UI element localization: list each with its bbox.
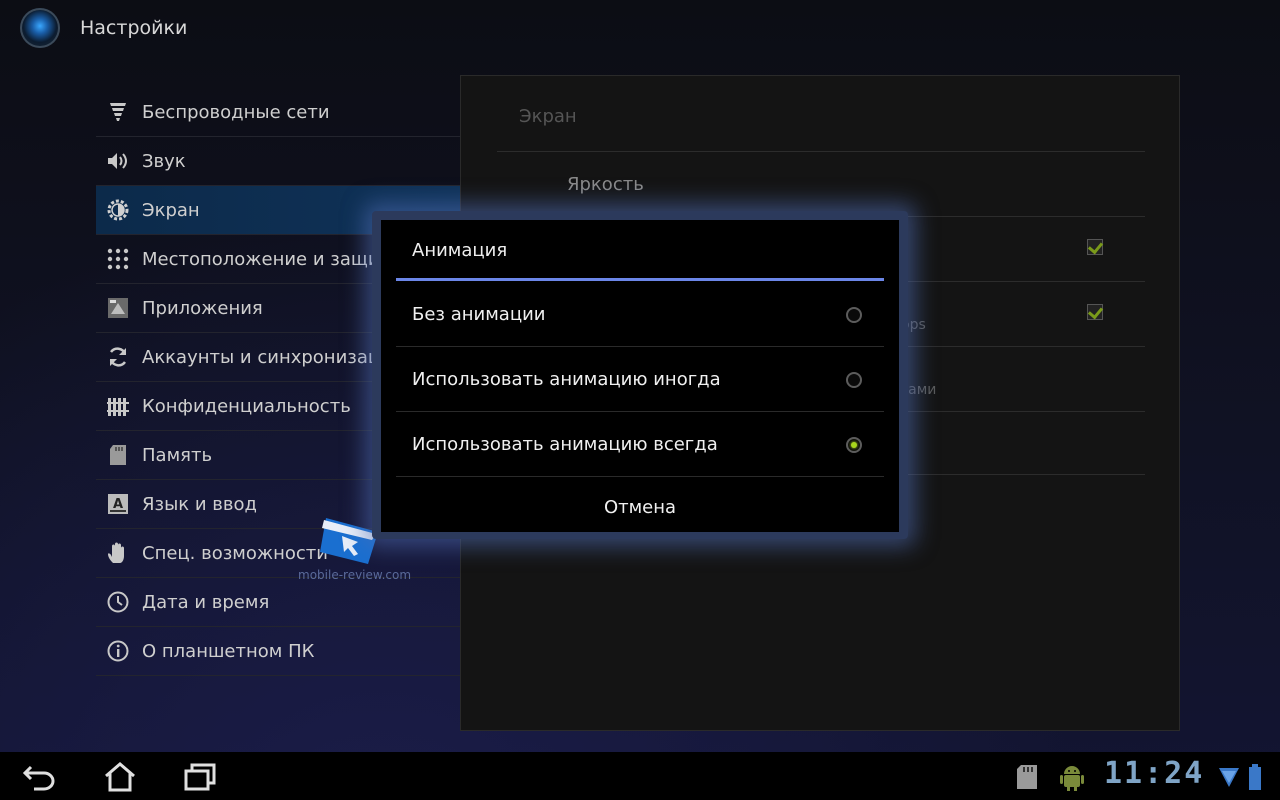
menu-item-label: Беспроводные сети xyxy=(142,101,330,123)
menu-item-label: Звук xyxy=(142,150,186,172)
speaker-icon xyxy=(106,149,130,173)
apps-icon xyxy=(106,296,130,320)
wifi-icon xyxy=(1216,760,1242,794)
animation-dialog: Анимация Без анимации Использовать анима… xyxy=(381,220,899,532)
sdcard-status-icon xyxy=(1005,760,1049,794)
option-label: Использовать анимацию иногда xyxy=(412,369,721,390)
recent-apps-icon[interactable] xyxy=(178,760,222,794)
system-bar: 11:24 xyxy=(0,752,1280,800)
menu-item-sound[interactable]: Звук xyxy=(96,137,460,186)
watermark-text: mobile-review.com xyxy=(298,568,412,582)
sdcard-icon xyxy=(106,443,130,467)
clock[interactable]: 11:24 xyxy=(1104,756,1204,791)
menu-item-label: Конфиденциальность xyxy=(142,395,351,417)
home-icon[interactable] xyxy=(98,760,142,794)
menu-item-about-tablet[interactable]: О планшетном ПК xyxy=(96,627,460,676)
clock-icon xyxy=(106,590,130,614)
action-bar: Настройки xyxy=(0,0,1280,58)
location-grid-icon xyxy=(106,247,130,271)
auto-rotate-checkbox[interactable] xyxy=(1087,239,1103,255)
menu-item-label: Аккаунты и синхронизация xyxy=(142,346,403,368)
menu-item-wireless[interactable]: Беспроводные сети xyxy=(96,88,460,137)
menu-item-label: Местоположение и защита xyxy=(142,248,402,270)
radio-button-selected[interactable] xyxy=(846,436,862,453)
option-no-animation[interactable]: Без анимации xyxy=(396,283,884,347)
back-icon[interactable] xyxy=(18,760,62,794)
menu-item-label: Дата и время xyxy=(142,591,270,613)
cancel-button[interactable]: Отмена xyxy=(381,482,899,532)
hand-icon xyxy=(106,541,130,565)
sync-icon xyxy=(106,345,130,369)
option-animation-sometimes[interactable]: Использовать анимацию иногда xyxy=(396,348,884,412)
dialog-title: Анимация xyxy=(412,240,508,261)
svg-text:A: A xyxy=(113,497,123,512)
android-debug-icon xyxy=(1050,760,1094,794)
radio-button[interactable] xyxy=(846,371,862,388)
menu-item-label: Язык и ввод xyxy=(142,493,257,515)
option-label: Использовать анимацию всегда xyxy=(412,434,718,455)
menu-item-label: Память xyxy=(142,444,213,466)
option-label: Без анимации xyxy=(412,304,546,325)
dialog-title-divider xyxy=(396,278,884,281)
menu-item-label: Экран xyxy=(142,199,200,221)
app-title: Настройки xyxy=(80,17,188,39)
divider xyxy=(497,151,1145,152)
battery-icon xyxy=(1244,760,1266,794)
settings-app-icon[interactable] xyxy=(20,8,60,48)
brightness-setting[interactable]: Яркость xyxy=(567,174,644,195)
brightness-icon xyxy=(106,198,130,222)
wireless-icon xyxy=(106,100,130,124)
keyboard-icon: A xyxy=(106,492,130,516)
option-animation-always[interactable]: Использовать анимацию всегда xyxy=(396,413,884,477)
radio-button[interactable] xyxy=(846,306,862,323)
menu-item-date-time[interactable]: Дата и время xyxy=(96,578,460,627)
panel-header: Экран xyxy=(519,106,577,127)
setting-checkbox[interactable] xyxy=(1087,304,1103,320)
privacy-icon xyxy=(106,394,130,418)
menu-item-label: Приложения xyxy=(142,297,263,319)
info-icon xyxy=(106,639,130,663)
menu-item-label: О планшетном ПК xyxy=(142,640,315,662)
